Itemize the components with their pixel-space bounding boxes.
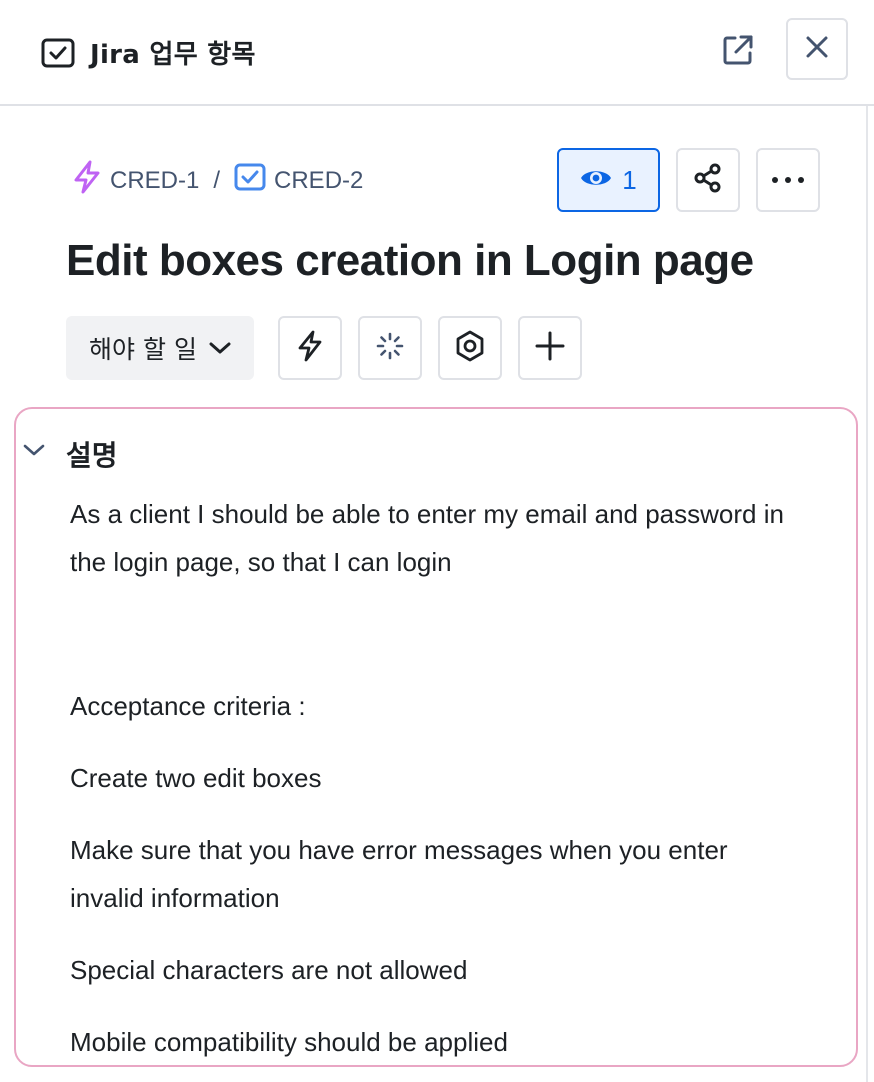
description-heading: 설명 <box>66 439 118 472</box>
description-paragraph: Create two edit boxes <box>70 763 322 793</box>
loading-button[interactable] <box>358 316 422 380</box>
breadcrumb-current-key: CRED-2 <box>274 166 364 194</box>
watch-count: 1 <box>622 164 637 195</box>
apps-button[interactable] <box>438 316 502 380</box>
close-icon <box>805 35 829 64</box>
description-body[interactable]: As a client I should be able to enter my… <box>70 490 810 1066</box>
description-paragraph: Mobile compatibility should be applied <box>70 1027 508 1057</box>
checkbox-icon <box>40 35 76 71</box>
breadcrumb: CRED-1 / CRED-2 <box>72 160 363 201</box>
description-paragraph: As a client I should be able to enter my… <box>70 499 784 577</box>
settings-hex-icon <box>454 330 486 367</box>
share-button[interactable] <box>676 148 740 212</box>
more-actions-button[interactable] <box>756 148 820 212</box>
panel-title-group: Jira 업무 항목 <box>40 34 256 71</box>
description-collapse-toggle[interactable] <box>20 438 48 466</box>
status-dropdown[interactable]: 해야 할 일 <box>66 316 254 380</box>
lightning-icon <box>297 330 323 367</box>
add-button[interactable] <box>518 316 582 380</box>
panel-title: Jira 업무 항목 <box>90 40 256 70</box>
more-icon <box>771 171 805 189</box>
eye-icon <box>580 165 612 196</box>
open-external-button[interactable] <box>716 30 760 74</box>
breadcrumb-separator: / <box>213 166 221 194</box>
watch-button[interactable]: 1 <box>557 148 660 212</box>
lightning-icon <box>72 160 102 201</box>
issue-title[interactable]: Edit boxes creation in Login page <box>66 236 754 286</box>
breadcrumb-parent-link[interactable]: CRED-1 <box>72 160 199 201</box>
close-button[interactable] <box>786 18 848 80</box>
status-label: 해야 할 일 <box>89 335 197 364</box>
breadcrumb-parent-key: CRED-1 <box>110 166 200 194</box>
share-icon <box>693 163 723 198</box>
chevron-down-icon <box>23 443 45 462</box>
panel-header: Jira 업무 항목 <box>0 0 874 106</box>
chevron-down-icon <box>209 341 231 355</box>
automation-button[interactable] <box>278 316 342 380</box>
description-paragraph: Acceptance criteria : <box>70 691 306 721</box>
plus-icon <box>535 331 565 366</box>
breadcrumb-current-link[interactable]: CRED-2 <box>234 163 363 198</box>
task-checkbox-icon <box>234 163 266 198</box>
scrollbar[interactable] <box>866 106 868 1082</box>
loading-spinner-icon <box>376 332 404 365</box>
description-paragraph: Make sure that you have error messages w… <box>70 835 728 913</box>
description-paragraph: Special characters are not allowed <box>70 955 468 985</box>
open-external-icon <box>721 33 755 72</box>
